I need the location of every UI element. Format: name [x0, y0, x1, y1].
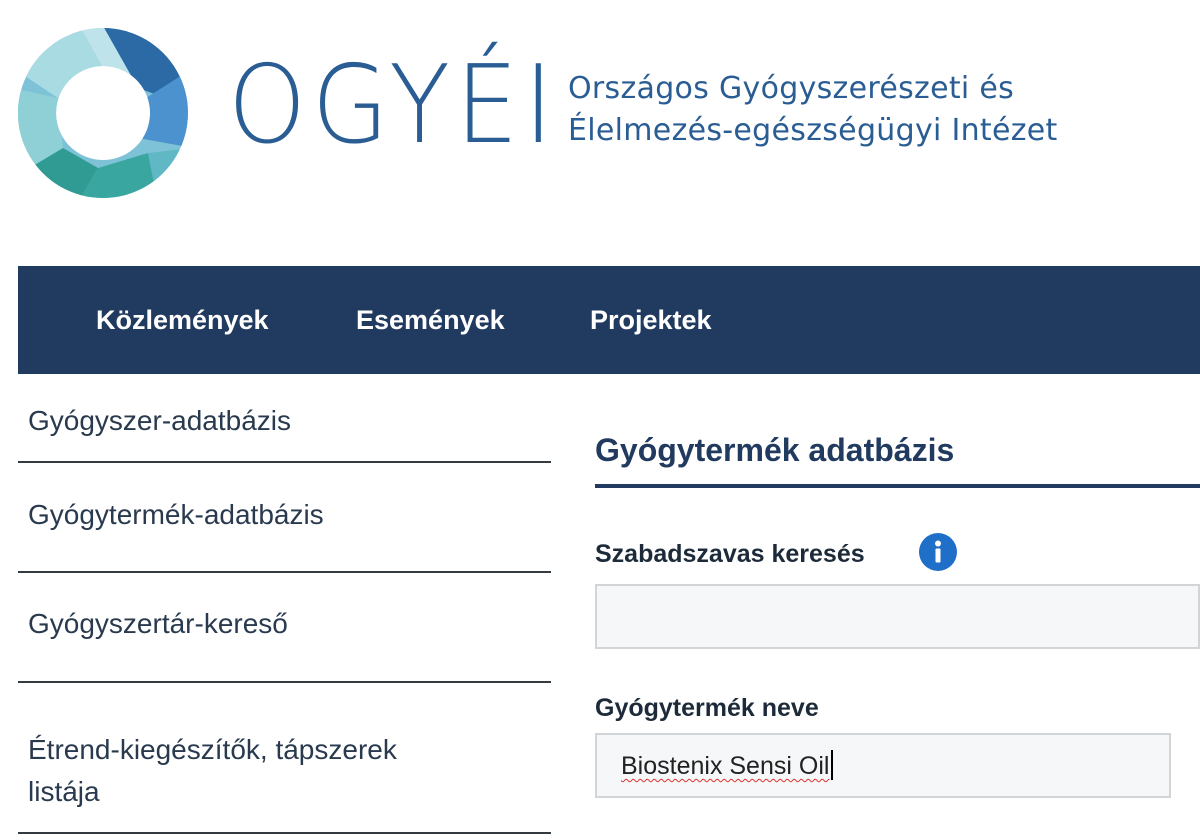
org-name-line-2: Élelmezés-egészségügyi Intézet: [568, 113, 1058, 148]
info-icon[interactable]: [919, 533, 957, 571]
sidebar-item-gyogyszertar-kereso[interactable]: Gyógyszertár-kereső: [18, 573, 551, 683]
title-divider: [595, 484, 1200, 488]
sidebar-item-etrend-kiegeszitok[interactable]: Étrend-kiegészítők, tápszerek listája: [18, 683, 551, 834]
ogyei-logo-icon[interactable]: [18, 28, 188, 198]
sidebar: Gyógyszer-adatbázis Gyógytermék-adatbázi…: [18, 374, 551, 834]
sidebar-item-gyogyszer-adatbazis[interactable]: Gyógyszer-adatbázis: [18, 374, 551, 463]
logo-wordmark[interactable]: OGYÉI: [228, 52, 559, 160]
product-name-input[interactable]: Biostenix Sensi Oil: [595, 733, 1171, 798]
organization-name: Országos Gyógyszerészeti és Élelmezés-eg…: [568, 68, 1058, 152]
page: OGYÉI Országos Gyógyszerészeti és Élelme…: [0, 0, 1200, 840]
page-title: Gyógytermék adatbázis: [595, 432, 955, 468]
org-name-line-1: Országos Gyógyszerészeti és: [568, 71, 1015, 106]
main-content: Gyógytermék adatbázis Szabadszavas keres…: [595, 430, 1200, 798]
nav-item-projektek[interactable]: Projektek: [590, 304, 712, 336]
nav-item-kozlemenyek[interactable]: Közlemények: [96, 304, 269, 336]
freetext-search-input[interactable]: [595, 584, 1200, 649]
nav-item-esemenyek[interactable]: Események: [356, 304, 505, 336]
main-navigation: Közlemények Események Projektek: [18, 266, 1200, 374]
product-name-value: Biostenix Sensi Oil: [621, 752, 830, 780]
text-caret: [831, 750, 834, 780]
sidebar-item-gyogytermek-adatbazis[interactable]: Gyógytermék-adatbázis: [18, 463, 551, 573]
freetext-search-label: Szabadszavas keresés: [595, 540, 865, 568]
product-name-label: Gyógytermék neve: [595, 694, 819, 722]
